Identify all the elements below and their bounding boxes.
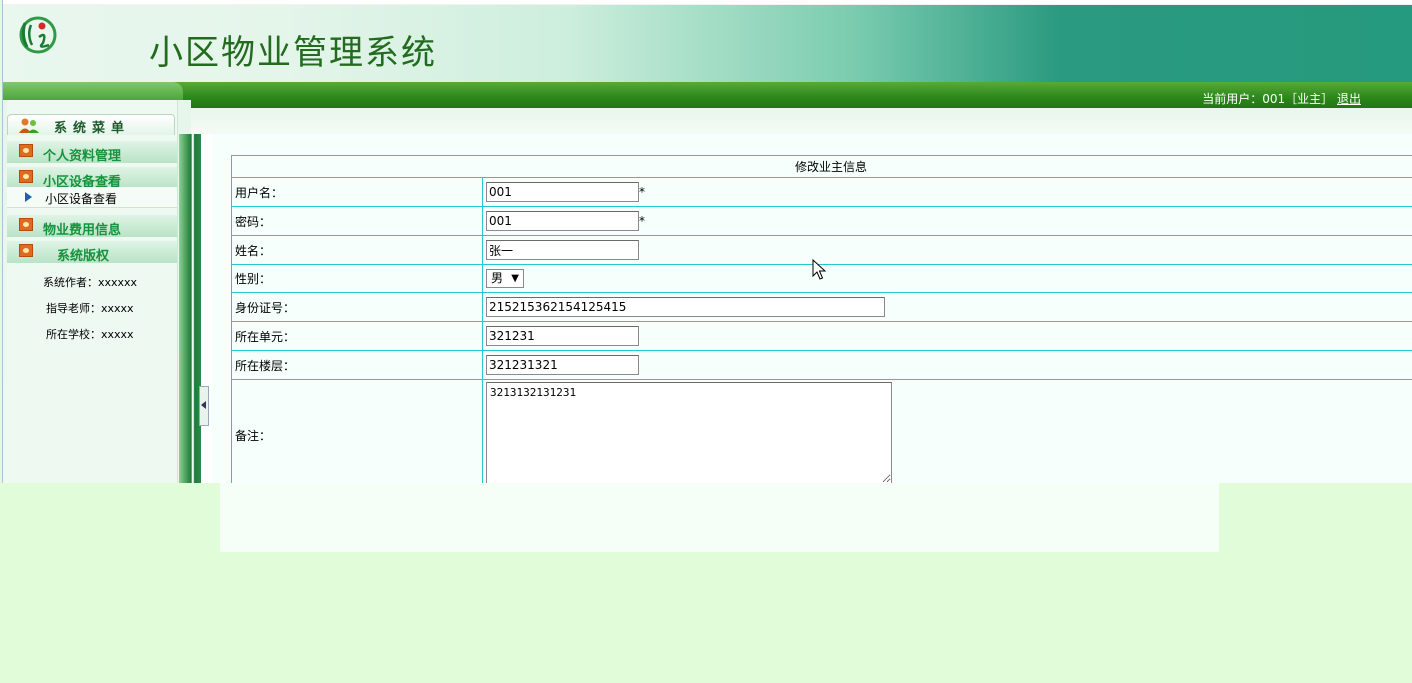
remark-textarea[interactable]: 3213132131231 [486, 382, 892, 483]
password-label: 密码： [231, 206, 483, 236]
header-stripe-tab [3, 82, 183, 100]
sidebar-section-fees[interactable]: 物业费用信息 [7, 215, 177, 238]
remark-label: 备注： [231, 379, 483, 483]
form-row: 身份证号： [231, 292, 1412, 322]
credit-author: 系统作者：xxxxxx [43, 276, 138, 289]
form-value-cell: 3213132131231 [482, 379, 1412, 483]
credit-school: 所在学校：xxxxx [46, 328, 134, 341]
content-top-band [179, 108, 1412, 134]
sidebar-section-copyright[interactable]: 系统版权 [7, 241, 177, 264]
sidebar-section-label: 物业费用信息 [43, 223, 122, 238]
form-value-cell [482, 292, 1412, 322]
id-number-field[interactable] [486, 297, 885, 317]
sidebar-section-equipment[interactable]: 小区设备查看 [7, 167, 177, 190]
sidebar-item-label: 小区设备查看 [45, 192, 118, 206]
triangle-arrow-icon [25, 192, 32, 202]
current-user-label: 当前用户：001［业主］ [1202, 92, 1334, 106]
form-value-cell [482, 321, 1412, 351]
required-mark: * [639, 185, 645, 199]
logout-link[interactable]: 退出 [1337, 92, 1361, 106]
sidebar-section-label: 个人资料管理 [43, 149, 122, 164]
unit-label: 所在单元： [231, 321, 483, 351]
sidebar-section-label: 系统版权 [57, 249, 110, 264]
name-label: 姓名： [231, 235, 483, 265]
form-row: 密码： * [231, 206, 1412, 236]
orange-square-icon [19, 218, 33, 231]
gender-select[interactable]: 男 ▼ [486, 269, 524, 288]
form-value-cell: * [482, 177, 1412, 207]
form-row: 所在楼层： [231, 350, 1412, 380]
orange-square-icon [19, 244, 33, 257]
header-stripe [3, 82, 1412, 108]
collapse-sidebar-handle[interactable] [199, 386, 209, 426]
password-field[interactable] [486, 211, 639, 231]
app-window: 小区物业管理系统 当前用户：001［业主］ 退出 系统菜单 个人资料管理 小区设… [2, 0, 1412, 483]
sidebar-section-profile[interactable]: 个人资料管理 [7, 141, 177, 164]
form-caption: 修改业主信息 [231, 155, 1412, 178]
users-icon [19, 118, 39, 133]
form-row: 所在单元： [231, 321, 1412, 351]
mouse-cursor-icon [812, 259, 826, 280]
gender-label: 性别： [231, 264, 483, 293]
app-title: 小区物业管理系统 [149, 33, 437, 73]
current-user-bar: 当前用户：001［业主］ 退出 [1202, 90, 1361, 107]
username-label: 用户名： [231, 177, 483, 207]
sidebar-splitter [179, 134, 201, 483]
username-field[interactable] [486, 182, 639, 202]
name-field[interactable] [486, 240, 639, 260]
form-value-cell: 男 ▼ [482, 264, 1412, 293]
form-row: 用户名： * [231, 177, 1412, 207]
form-row: 备注： 3213132131231 [231, 379, 1412, 483]
id-number-label: 身份证号： [231, 292, 483, 322]
sidebar-menu-title: 系统菜单 [7, 114, 175, 136]
floor-label: 所在楼层： [231, 350, 483, 380]
unit-field[interactable] [486, 326, 639, 346]
required-mark: * [639, 214, 645, 228]
header-banner: 小区物业管理系统 [3, 4, 1412, 83]
sidebar-item-equipment-view[interactable]: 小区设备查看 [7, 187, 177, 208]
main-content: 修改业主信息 用户名： * 密码： * 姓名： 性别： [211, 134, 1412, 483]
credit-teacher: 指导老师：xxxxx [46, 302, 134, 315]
sidebar: 系统菜单 个人资料管理 小区设备查看 小区设备查看 物业费用信息 系统版权 系统… [3, 100, 191, 483]
form-value-cell: * [482, 206, 1412, 236]
orange-square-icon [19, 170, 33, 183]
form-value-cell [482, 235, 1412, 265]
system-logo-icon [19, 16, 57, 54]
sidebar-menu-title-label: 系统菜单 [54, 121, 131, 136]
form-value-cell [482, 350, 1412, 380]
floor-field[interactable] [486, 355, 639, 375]
gender-select-value: 男 [491, 271, 504, 285]
chevron-down-icon: ▼ [511, 273, 519, 284]
orange-square-icon [19, 144, 33, 157]
owner-edit-form: 修改业主信息 用户名： * 密码： * 姓名： 性别： [231, 155, 1412, 483]
lower-band [220, 483, 1219, 552]
